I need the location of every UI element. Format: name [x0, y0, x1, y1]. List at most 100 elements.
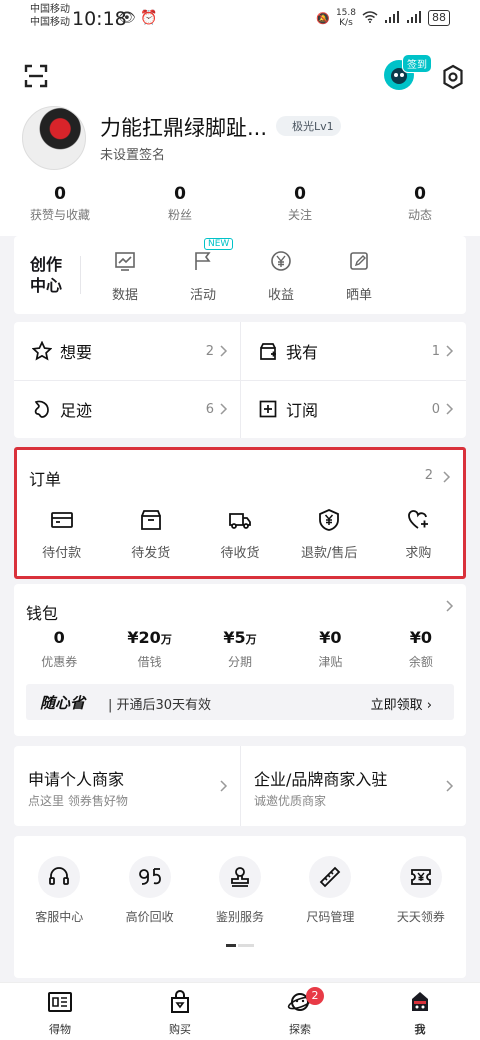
orders-count[interactable]: 2	[425, 468, 433, 483]
wallet-installment[interactable]: ¥5万 分期	[195, 628, 285, 670]
flag-icon	[195, 252, 211, 270]
chevron-right-icon	[446, 345, 454, 357]
chevron-right-icon	[446, 403, 454, 415]
chevron-right-icon: ›	[426, 698, 432, 713]
order-wanted[interactable]: 求购	[374, 508, 463, 561]
service-authentication[interactable]: 鉴别服务	[195, 856, 285, 925]
orders-section: 订单 2 待付款 待发货 待收货 退款/售后 求购	[14, 447, 466, 579]
order-refund[interactable]: 退款/售后	[285, 508, 374, 561]
stat-posts[interactable]: 0 动态	[360, 184, 480, 223]
checkin-badge[interactable]: 签到	[402, 54, 432, 73]
tab-home[interactable]: 得物	[0, 983, 120, 1040]
promo-text: | 开通后30天有效	[108, 698, 212, 713]
level-label: 极光Lv1	[292, 120, 334, 133]
tab-explore[interactable]: 2 探索	[240, 983, 360, 1040]
service-customer-center[interactable]: 客服中心	[14, 856, 104, 925]
stat-fans[interactable]: 0 粉丝	[120, 184, 240, 223]
creator-title[interactable]: 创作中心	[30, 254, 66, 296]
personal-merchant-entry[interactable]: 申请个人商家 点这里 领券售好物	[14, 746, 240, 826]
chevron-right-icon	[446, 780, 454, 792]
wallet-coupons[interactable]: 0 优惠券	[14, 628, 104, 670]
me-avatar-icon	[412, 992, 428, 1011]
carrier-label: 中国移动	[30, 17, 70, 28]
divider	[14, 380, 466, 381]
status-icons: 👁 ⏰	[118, 10, 158, 26]
new-badge: NEW	[204, 238, 234, 250]
have-row[interactable]: 我有 1	[240, 322, 466, 380]
card-icon	[50, 512, 73, 528]
footprint-row[interactable]: 足迹 6	[14, 380, 240, 438]
battery-indicator: 88	[428, 10, 450, 26]
promo-cta[interactable]: 立即领取 ›	[371, 694, 432, 713]
tab-me[interactable]: 我	[360, 983, 480, 1040]
footprint-icon	[34, 400, 49, 418]
creator-item-data[interactable]: 数据	[86, 250, 164, 303]
alarm-icon: ⏰	[140, 10, 158, 26]
wallet-section: 钱包 0 优惠券 ¥20万 借钱 ¥5万 分期 ¥0 津贴 ¥0 余额 随心省 | 开通后…	[14, 584, 466, 736]
shield-yuan-icon	[319, 509, 340, 531]
subscribe-row[interactable]: 订阅 0	[240, 380, 466, 438]
wallet-balance[interactable]: ¥0 余额	[376, 628, 466, 670]
collection-grid: 想要 2 我有 1 足迹 6 订阅 0	[14, 322, 466, 438]
avatar[interactable]	[22, 106, 86, 170]
notification-badge: 2	[306, 987, 324, 1005]
wifi-icon	[362, 10, 378, 26]
wallet-allowance[interactable]: ¥0 津贴	[285, 628, 375, 670]
creator-item-activity[interactable]: NEW 活动	[164, 238, 242, 303]
chevron-right-icon	[220, 345, 228, 357]
truck-icon	[229, 513, 251, 529]
stamp-icon	[231, 867, 249, 887]
creator-item-share[interactable]: 晒单	[320, 250, 398, 303]
profile-stats: 0 获赞与收藏 0 粉丝 0 关注 0 动态	[0, 184, 480, 223]
service-recycle[interactable]: 高价回收	[104, 856, 194, 925]
want-row[interactable]: 想要 2	[14, 322, 240, 380]
edit-icon	[350, 252, 368, 270]
chevron-right-icon[interactable]	[446, 600, 454, 612]
service-daily-coupons[interactable]: 天天领券	[376, 856, 466, 925]
package-icon	[140, 510, 161, 530]
yuan-icon	[271, 251, 291, 271]
chart-icon	[115, 252, 135, 271]
services-section: 客服中心 高价回收 鉴别服务 尺码管理 天天领券	[14, 836, 466, 978]
order-pending-payment[interactable]: 待付款	[17, 508, 106, 561]
orders-title[interactable]: 订单	[29, 466, 61, 490]
profile-header: 签到 力能扛鼎绿脚趾... 极光Lv1 未设置签名 0 获赞与收藏 0 粉丝 0 关注…	[0, 40, 480, 236]
order-pending-shipment[interactable]: 待发货	[106, 508, 195, 561]
brand-merchant-entry[interactable]: 企业/品牌商家入驻 诚邀优质商家	[240, 746, 466, 826]
chevron-right-icon	[220, 403, 228, 415]
chevron-right-icon[interactable]	[443, 471, 451, 483]
promo-banner[interactable]: 随心省 | 开通后30天有效 立即领取 ›	[26, 684, 454, 720]
service-size-management[interactable]: 尺码管理	[285, 856, 375, 925]
square-plus-icon	[259, 400, 277, 418]
stat-likes[interactable]: 0 获赞与收藏	[0, 184, 120, 223]
scan-icon[interactable]	[24, 64, 48, 88]
creator-item-earnings[interactable]: 收益	[242, 250, 320, 303]
promo-brand-logo: 随心省	[40, 694, 86, 712]
mute-icon: 🔕	[316, 11, 330, 25]
network-speed: 15.8 K/s	[335, 8, 356, 28]
tab-buy[interactable]: 购买	[120, 983, 240, 1040]
stat-following[interactable]: 0 关注	[240, 184, 360, 223]
wallet-loan[interactable]: ¥20万 借钱	[104, 628, 194, 670]
order-pending-receipt[interactable]: 待收货	[195, 508, 284, 561]
page-indicator	[226, 944, 254, 947]
level-badge[interactable]: 极光Lv1	[276, 116, 341, 136]
status-right: 🔕 15.8 K/s 88	[316, 8, 450, 28]
heart-plus-icon	[408, 510, 429, 529]
star-icon	[32, 341, 52, 361]
creator-center: 创作中心 数据 NEW 活动 收益 晒单	[14, 236, 466, 314]
box-plus-icon	[260, 343, 276, 360]
merchant-section: 申请个人商家 点这里 领券售好物 企业/品牌商家入驻 诚邀优质商家	[14, 746, 466, 826]
headset-icon	[49, 867, 70, 885]
gear-icon[interactable]	[440, 64, 466, 90]
recycle-95-icon	[138, 868, 161, 885]
username[interactable]: 力能扛鼎绿脚趾...	[100, 112, 267, 142]
bag-icon	[171, 990, 189, 1013]
ruler-icon	[320, 866, 341, 888]
wallet-title[interactable]: 钱包	[26, 600, 58, 624]
tab-bar: 得物 购买 2 探索 我	[0, 982, 480, 1040]
ticket-icon	[410, 869, 431, 885]
dewu-icon	[48, 992, 72, 1012]
signature[interactable]: 未设置签名	[100, 144, 165, 163]
signal-icon	[384, 10, 400, 26]
